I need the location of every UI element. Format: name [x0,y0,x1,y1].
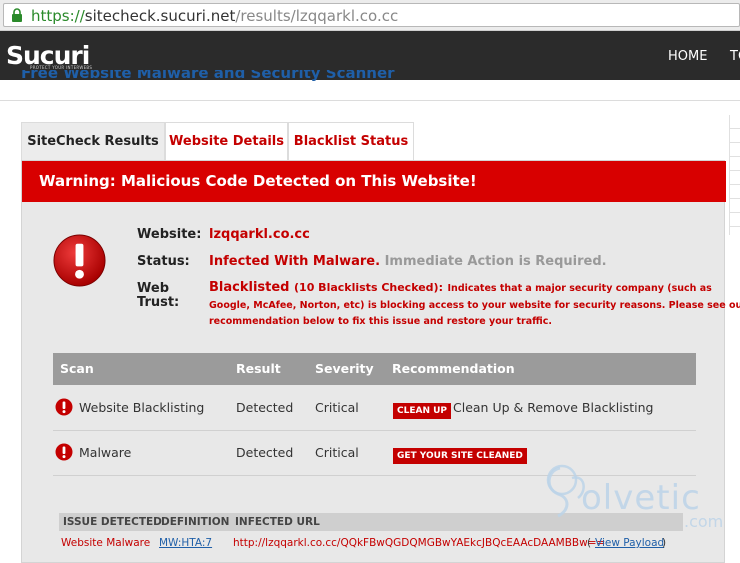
watermark-text: olvetic [581,478,701,518]
scan-name: Website Blacklisting [79,400,205,415]
scan-result: Detected [236,400,294,415]
nav-next-link[interactable]: TO [730,49,740,64]
url-scheme: https:// [31,7,85,25]
trust-desc-2: Google, McAfee, Norton, etc) is blocking… [209,300,740,311]
definition-link[interactable]: MW:HTA:7 [159,537,212,549]
alert-icon [55,443,73,461]
col-definition: DEFINITION [161,516,230,528]
url-text: https://sitecheck.sucuri.net/results/lzq… [31,7,398,25]
url-path: /results/lzqqarkl.co.cc [235,7,399,25]
page-subtitle-text: Free Website Malware and Security Scanne… [21,70,395,82]
trust-desc-1: Indicates that a major security company … [447,283,712,294]
url-input[interactable]: https://sitecheck.sucuri.net/results/lzq… [3,3,740,27]
sidebar-edge [729,115,740,235]
status-note: Immediate Action is Required. [384,254,607,269]
col-infected-url: INFECTED URL [235,516,320,528]
col-issue: ISSUE DETECTED [63,516,162,528]
alert-icon [55,398,73,416]
alert-icon [53,234,106,287]
watermark-suffix: .com [684,512,724,531]
status-text: Infected With Malware. Immediate Action … [209,254,607,269]
scan-severity: Critical [315,400,359,415]
url-host: sitecheck.sucuri.net [84,7,236,25]
col-scan: Scan [60,361,94,376]
view-payload-link[interactable]: View Payload [595,537,664,549]
tab-blacklist-status[interactable]: Blacklist Status [288,122,414,160]
trust-text: Blacklisted (10 Blacklists Checked): Ind… [209,280,712,297]
browser-address-bar: https://sitecheck.sucuri.net/results/lzq… [0,0,740,31]
trust-desc-3: recommendation below to fix this issue a… [209,316,552,327]
scan-result: Detected [236,445,294,460]
close-paren: ) [662,537,667,549]
col-severity: Severity [315,361,374,376]
status-value: Infected With Malware. [209,254,381,269]
infected-url: http://lzqqarkl.co.cc/QQkFBwQGDQMGBwYAEk… [233,537,606,549]
trust-count: (10 Blacklists Checked): [294,281,443,294]
status-label: Status: [137,254,190,269]
scan-severity: Critical [315,445,359,460]
scan-name: Malware [79,445,132,460]
warning-banner: Warning: Malicious Code Detected on This… [22,161,726,202]
tab-sitecheck-results[interactable]: SiteCheck Results [21,122,165,160]
trust-label-line1: Web [137,281,169,296]
trust-value: Blacklisted [209,280,290,295]
page-subtitle: Free Website Malware and Security Scanne… [21,70,395,84]
nav-home-link[interactable]: HOME [668,49,707,64]
clean-up-button[interactable]: CLEAN UP [393,403,452,419]
website-label: Website: [137,227,202,242]
col-result: Result [236,361,281,376]
website-value: lzqqarkl.co.cc [209,227,310,242]
tab-website-details[interactable]: Website Details [165,122,288,160]
divider [0,100,740,101]
lock-icon [12,8,22,22]
open-paren: ( [587,537,592,549]
get-site-cleaned-button[interactable]: GET YOUR SITE CLEANED [393,448,527,464]
scan-recommendation: Clean Up & Remove Blacklisting [453,400,654,415]
issue-name: Website Malware [61,537,151,549]
table-row: Website Blacklisting Detected Critical C… [53,386,696,431]
trust-label-line2: Trust: [137,295,180,310]
scan-table-header: Scan Result Severity Recommendation [53,353,696,385]
col-recommendation: Recommendation [392,361,515,376]
